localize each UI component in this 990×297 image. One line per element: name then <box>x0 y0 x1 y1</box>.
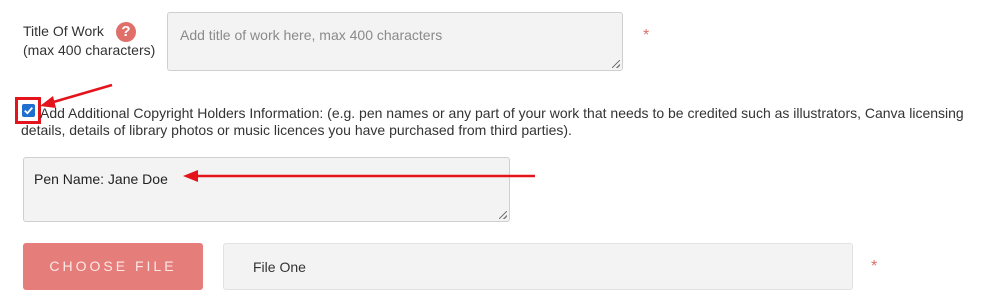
arrow-to-checkbox <box>40 83 113 108</box>
annotation-arrows <box>40 83 535 182</box>
arrow-to-pen-name <box>183 170 535 182</box>
